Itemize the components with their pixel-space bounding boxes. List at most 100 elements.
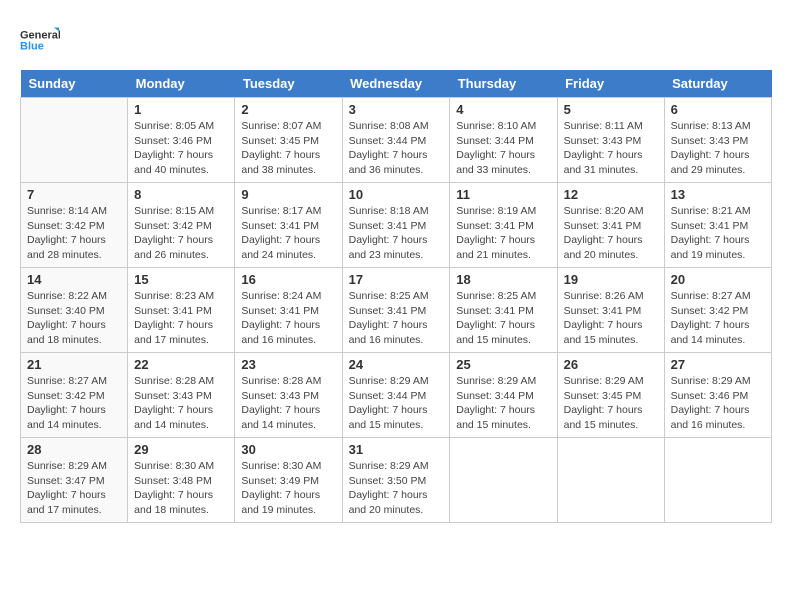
calendar-cell: 19 Sunrise: 8:26 AMSunset: 3:41 PMDayligh… (557, 268, 664, 353)
day-number: 8 (134, 187, 228, 202)
calendar-cell: 16 Sunrise: 8:24 AMSunset: 3:41 PMDayligh… (235, 268, 342, 353)
calendar-cell: 8Sunrise: 8:15 AMSunset: 3:42 PMDaylight… (128, 183, 235, 268)
calendar-cell (664, 438, 771, 523)
calendar-cell: 26 Sunrise: 8:29 AMSunset: 3:45 PMDayligh… (557, 353, 664, 438)
day-info: Sunrise: 8:29 AMSunset: 3:47 PMDaylight:… (27, 459, 121, 518)
day-info: Sunrise: 8:14 AMSunset: 3:42 PMDaylight:… (27, 204, 121, 263)
calendar-cell (21, 98, 128, 183)
day-info: Sunrise: 8:29 AMSunset: 3:44 PMDaylight:… (349, 374, 444, 433)
calendar-cell: 1 Sunrise: 8:05 AMSunset: 3:46 PMDaylight… (128, 98, 235, 183)
header-thursday: Thursday (450, 70, 557, 98)
calendar-cell: 2 Sunrise: 8:07 AMSunset: 3:45 PMDaylight… (235, 98, 342, 183)
day-info: Sunrise: 8:21 AMSunset: 3:41 PMDaylight:… (671, 204, 765, 263)
calendar-cell: 3Sunrise: 8:08 AMSunset: 3:44 PMDaylight… (342, 98, 450, 183)
day-number: 15 (134, 272, 228, 287)
week-row-3: 14 Sunrise: 8:22 AMSunset: 3:40 PMDayligh… (21, 268, 772, 353)
day-number: 20 (671, 272, 765, 287)
header-wednesday: Wednesday (342, 70, 450, 98)
day-number: 24 (349, 357, 444, 372)
day-number: 14 (27, 272, 121, 287)
calendar-cell: 23 Sunrise: 8:28 AMSunset: 3:43 PMDayligh… (235, 353, 342, 438)
day-info: Sunrise: 8:18 AMSunset: 3:41 PMDaylight:… (349, 204, 444, 263)
day-info: Sunrise: 8:22 AMSunset: 3:40 PMDaylight:… (27, 289, 121, 348)
day-number: 4 (456, 102, 550, 117)
logo-svg: General Blue (20, 20, 60, 60)
day-number: 28 (27, 442, 121, 457)
day-info: Sunrise: 8:20 AMSunset: 3:41 PMDaylight:… (564, 204, 658, 263)
day-number: 23 (241, 357, 335, 372)
day-number: 16 (241, 272, 335, 287)
day-info: Sunrise: 8:27 AMSunset: 3:42 PMDaylight:… (27, 374, 121, 433)
day-info: Sunrise: 8:27 AMSunset: 3:42 PMDaylight:… (671, 289, 765, 348)
day-info: Sunrise: 8:30 AMSunset: 3:48 PMDaylight:… (134, 459, 228, 518)
calendar-cell: 30 Sunrise: 8:30 AMSunset: 3:49 PMDayligh… (235, 438, 342, 523)
day-number: 9 (241, 187, 335, 202)
svg-text:General: General (20, 30, 60, 42)
week-row-1: 1 Sunrise: 8:05 AMSunset: 3:46 PMDaylight… (21, 98, 772, 183)
week-row-4: 21 Sunrise: 8:27 AMSunset: 3:42 PMDayligh… (21, 353, 772, 438)
calendar-cell: 29 Sunrise: 8:30 AMSunset: 3:48 PMDayligh… (128, 438, 235, 523)
day-info: Sunrise: 8:07 AMSunset: 3:45 PMDaylight:… (241, 119, 335, 178)
day-info: Sunrise: 8:05 AMSunset: 3:46 PMDaylight:… (134, 119, 228, 178)
day-info: Sunrise: 8:24 AMSunset: 3:41 PMDaylight:… (241, 289, 335, 348)
day-number: 17 (349, 272, 444, 287)
calendar-cell: 27Sunrise: 8:29 AMSunset: 3:46 PMDayligh… (664, 353, 771, 438)
calendar-cell (557, 438, 664, 523)
day-number: 3 (349, 102, 444, 117)
calendar-cell: 31 Sunrise: 8:29 AMSunset: 3:50 PMDayligh… (342, 438, 450, 523)
day-number: 10 (349, 187, 444, 202)
day-number: 18 (456, 272, 550, 287)
calendar-cell: 7 Sunrise: 8:14 AMSunset: 3:42 PMDaylight… (21, 183, 128, 268)
day-info: Sunrise: 8:28 AMSunset: 3:43 PMDaylight:… (134, 374, 228, 433)
calendar-cell: 12 Sunrise: 8:20 AMSunset: 3:41 PMDayligh… (557, 183, 664, 268)
calendar-cell: 13 Sunrise: 8:21 AMSunset: 3:41 PMDayligh… (664, 183, 771, 268)
calendar-table: SundayMondayTuesdayWednesdayThursdayFrid… (20, 70, 772, 523)
day-info: Sunrise: 8:13 AMSunset: 3:43 PMDaylight:… (671, 119, 765, 178)
day-info: Sunrise: 8:29 AMSunset: 3:46 PMDaylight:… (671, 374, 765, 433)
day-number: 31 (349, 442, 444, 457)
calendar-cell: 4Sunrise: 8:10 AMSunset: 3:44 PMDaylight… (450, 98, 557, 183)
header-row: SundayMondayTuesdayWednesdayThursdayFrid… (21, 70, 772, 98)
day-info: Sunrise: 8:29 AMSunset: 3:44 PMDaylight:… (456, 374, 550, 433)
calendar-cell: 21 Sunrise: 8:27 AMSunset: 3:42 PMDayligh… (21, 353, 128, 438)
header-monday: Monday (128, 70, 235, 98)
header-friday: Friday (557, 70, 664, 98)
calendar-cell: 5Sunrise: 8:11 AMSunset: 3:43 PMDaylight… (557, 98, 664, 183)
day-number: 6 (671, 102, 765, 117)
day-info: Sunrise: 8:28 AMSunset: 3:43 PMDaylight:… (241, 374, 335, 433)
calendar-cell: 9 Sunrise: 8:17 AMSunset: 3:41 PMDaylight… (235, 183, 342, 268)
header-tuesday: Tuesday (235, 70, 342, 98)
calendar-cell: 17 Sunrise: 8:25 AMSunset: 3:41 PMDayligh… (342, 268, 450, 353)
day-info: Sunrise: 8:25 AMSunset: 3:41 PMDaylight:… (349, 289, 444, 348)
day-number: 22 (134, 357, 228, 372)
calendar-cell: 15 Sunrise: 8:23 AMSunset: 3:41 PMDayligh… (128, 268, 235, 353)
day-info: Sunrise: 8:30 AMSunset: 3:49 PMDaylight:… (241, 459, 335, 518)
day-info: Sunrise: 8:29 AMSunset: 3:50 PMDaylight:… (349, 459, 444, 518)
calendar-cell: 11Sunrise: 8:19 AMSunset: 3:41 PMDayligh… (450, 183, 557, 268)
day-number: 25 (456, 357, 550, 372)
day-number: 29 (134, 442, 228, 457)
day-info: Sunrise: 8:25 AMSunset: 3:41 PMDaylight:… (456, 289, 550, 348)
week-row-2: 7 Sunrise: 8:14 AMSunset: 3:42 PMDaylight… (21, 183, 772, 268)
day-number: 19 (564, 272, 658, 287)
week-row-5: 28 Sunrise: 8:29 AMSunset: 3:47 PMDayligh… (21, 438, 772, 523)
calendar-cell: 22 Sunrise: 8:28 AMSunset: 3:43 PMDayligh… (128, 353, 235, 438)
day-number: 26 (564, 357, 658, 372)
page-header: General Blue (20, 20, 772, 60)
day-info: Sunrise: 8:23 AMSunset: 3:41 PMDaylight:… (134, 289, 228, 348)
svg-text:Blue: Blue (20, 41, 44, 53)
day-number: 1 (134, 102, 228, 117)
calendar-cell: 10 Sunrise: 8:18 AMSunset: 3:41 PMDayligh… (342, 183, 450, 268)
day-number: 13 (671, 187, 765, 202)
header-sunday: Sunday (21, 70, 128, 98)
day-info: Sunrise: 8:26 AMSunset: 3:41 PMDaylight:… (564, 289, 658, 348)
day-info: Sunrise: 8:29 AMSunset: 3:45 PMDaylight:… (564, 374, 658, 433)
day-number: 12 (564, 187, 658, 202)
calendar-cell: 14 Sunrise: 8:22 AMSunset: 3:40 PMDayligh… (21, 268, 128, 353)
day-number: 2 (241, 102, 335, 117)
day-number: 30 (241, 442, 335, 457)
calendar-cell: 25 Sunrise: 8:29 AMSunset: 3:44 PMDayligh… (450, 353, 557, 438)
day-number: 7 (27, 187, 121, 202)
day-number: 21 (27, 357, 121, 372)
day-info: Sunrise: 8:17 AMSunset: 3:41 PMDaylight:… (241, 204, 335, 263)
